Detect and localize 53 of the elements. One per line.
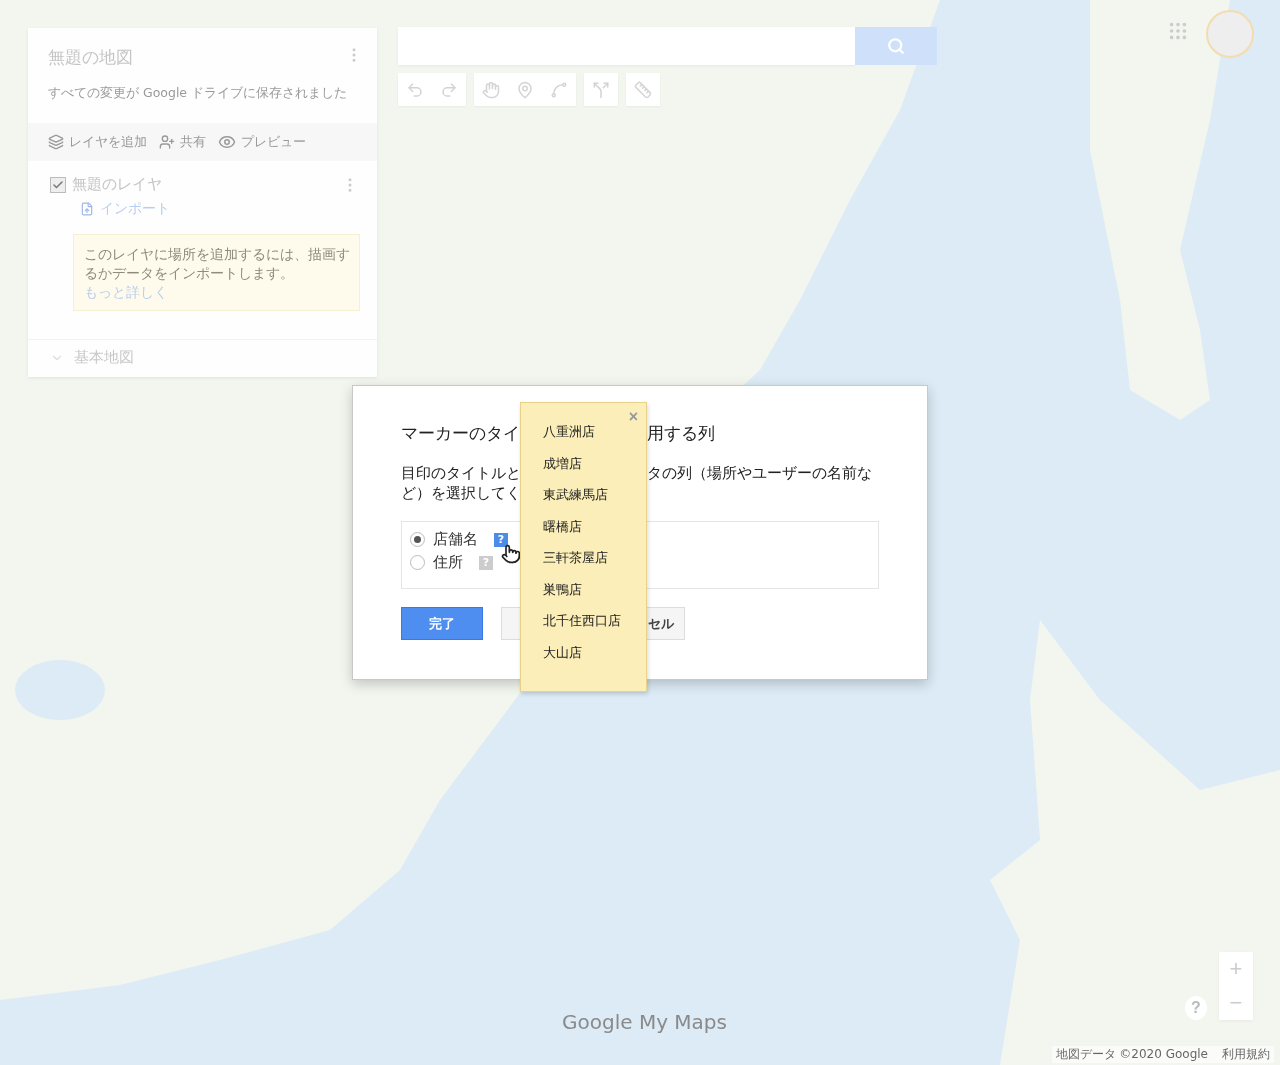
logo-text: Google My Maps <box>562 1010 727 1034</box>
hint-text: このレイヤに場所を追加するには、描画するかデータをインポートします。 <box>84 246 350 281</box>
file-upload-icon <box>80 202 94 216</box>
dialog-title: 用する列 <box>647 422 716 445</box>
tooltip-item: 北千住西口店 <box>543 612 622 630</box>
pin-icon <box>516 80 534 99</box>
dialog-description: タの列（場所やユーザーの名前な <box>647 464 873 483</box>
dialog-description: ど）を選択してく <box>401 484 520 503</box>
check-icon <box>52 178 64 191</box>
layer-name[interactable]: 無題のレイヤ <box>72 175 335 194</box>
fork-arrow-icon <box>592 80 610 99</box>
search-button[interactable] <box>855 27 937 65</box>
apps-icon[interactable] <box>1167 20 1189 42</box>
undo-icon <box>406 80 424 99</box>
learn-more-link[interactable]: もっと詳しく <box>84 283 351 302</box>
option-label[interactable]: 店舗名 <box>433 530 478 549</box>
done-button[interactable]: 完了 <box>401 607 483 640</box>
tooltip-item: 巣鴨店 <box>543 580 583 599</box>
action-button[interactable]: 共有 <box>159 133 206 151</box>
dialog-description: 目印のタイトルと <box>401 464 520 483</box>
search-icon <box>887 37 905 55</box>
zoom-in-button[interactable]: + <box>1219 952 1253 986</box>
layers-icon <box>48 134 64 150</box>
redo-icon <box>440 80 458 99</box>
tooltip-item: 曙橋店 <box>543 517 583 536</box>
tooltip-item: 成増店 <box>543 454 583 473</box>
help-icon[interactable]: ? <box>494 532 508 547</box>
help-icon[interactable]: ? <box>479 555 493 570</box>
action-button[interactable]: プレビュー <box>218 133 306 151</box>
add-person-icon <box>159 134 175 150</box>
radio-button[interactable] <box>410 555 425 570</box>
tooltip-item: 東武練馬店 <box>543 486 609 504</box>
tooltip-item: 八重洲店 <box>543 423 596 441</box>
eye-icon <box>218 133 236 151</box>
map-title[interactable]: 無題の地図 <box>48 46 133 69</box>
import-link[interactable]: インポート <box>80 200 377 218</box>
save-status: すべての変更が Google ドライブに保存されました <box>47 84 349 102</box>
close-button[interactable]: × <box>628 408 638 426</box>
hand-icon <box>482 80 500 99</box>
option-label[interactable]: 住所 <box>433 553 463 572</box>
line-icon <box>550 80 568 99</box>
dialog-title: マーカーのタイ <box>401 422 520 445</box>
ruler-icon <box>634 80 652 99</box>
tooltip-item: 大山店 <box>543 643 583 662</box>
action-button[interactable]: レイヤを追加 <box>48 133 147 151</box>
terms-link[interactable]: 利用規約 <box>1222 1046 1270 1063</box>
layer-checkbox[interactable] <box>50 176 66 193</box>
attribution-text: 地図データ ©2020 Google <box>1055 1046 1208 1063</box>
zoom-out-button[interactable]: − <box>1219 986 1253 1020</box>
search-field[interactable] <box>398 27 855 65</box>
radio-button[interactable] <box>410 532 425 547</box>
hand-cursor-icon <box>501 544 521 564</box>
tooltip-item: 三軒茶屋店 <box>543 549 609 567</box>
